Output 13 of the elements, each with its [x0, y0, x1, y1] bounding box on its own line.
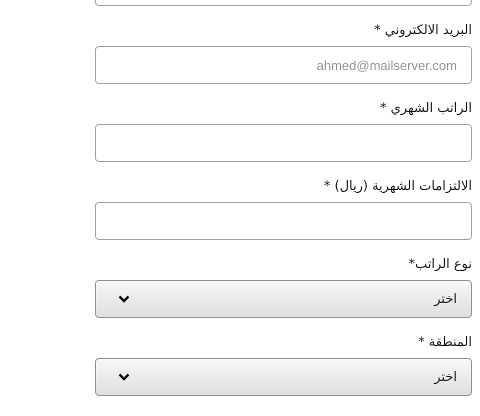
field-label: الراتب الشهري *: [380, 100, 472, 118]
input-field[interactable]: [95, 124, 472, 162]
field-label: البريد الالكتروني *: [374, 22, 472, 40]
input-field[interactable]: ahmed@mailserver.com: [95, 46, 472, 84]
input-field[interactable]: [95, 0, 472, 6]
input-field[interactable]: [95, 202, 472, 240]
field-label: المنطقة *: [418, 334, 472, 352]
field-label: نوع الراتب*: [408, 256, 472, 274]
chevron-down-icon: [118, 373, 130, 381]
dropdown[interactable]: اختر: [95, 280, 472, 318]
field-label: الالتزامات الشهرية (ريال) *: [324, 178, 472, 196]
chevron-down-icon: [118, 295, 130, 303]
dropdown[interactable]: اختر: [95, 358, 472, 396]
